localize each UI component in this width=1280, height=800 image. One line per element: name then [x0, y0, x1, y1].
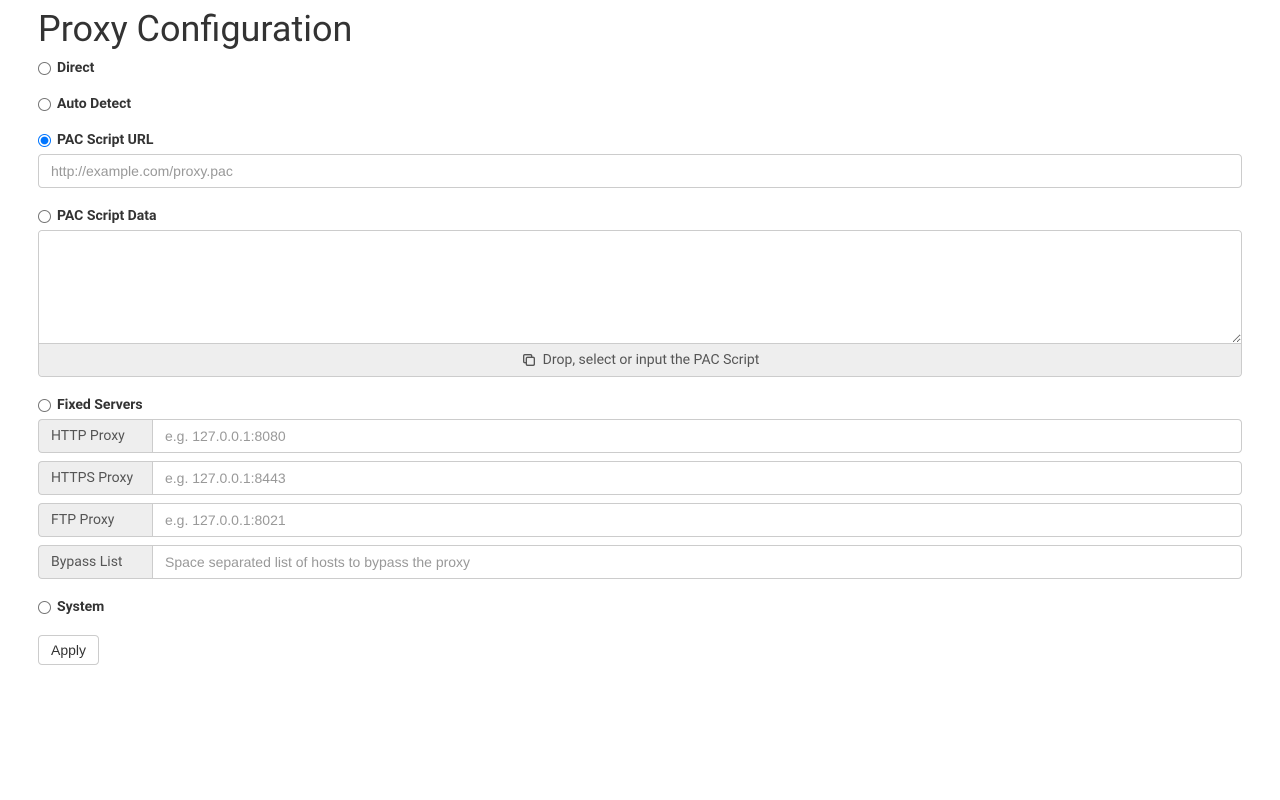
pac-url-input[interactable] — [38, 154, 1242, 188]
pac-drop-hint-text: Drop, select or input the PAC Script — [543, 352, 760, 368]
pac-data-textarea[interactable] — [39, 231, 1241, 343]
copy-icon — [521, 352, 537, 368]
option-system: System — [38, 599, 1242, 615]
bypass-list-input[interactable] — [152, 545, 1242, 579]
http-proxy-group: HTTP Proxy — [38, 419, 1242, 453]
option-auto-detect: Auto Detect — [38, 96, 1242, 112]
radio-direct[interactable] — [38, 62, 51, 75]
radio-fixed-servers[interactable] — [38, 399, 51, 412]
apply-button[interactable]: Apply — [38, 635, 99, 665]
option-fixed-servers: Fixed Servers HTTP Proxy HTTPS Proxy FTP… — [38, 397, 1242, 579]
https-proxy-label: HTTPS Proxy — [38, 461, 152, 495]
radio-direct-label[interactable]: Direct — [57, 60, 94, 76]
ftp-proxy-input[interactable] — [152, 503, 1242, 537]
bypass-list-label: Bypass List — [38, 545, 152, 579]
radio-system-label[interactable]: System — [57, 599, 104, 615]
radio-pac-data-label[interactable]: PAC Script Data — [57, 208, 156, 224]
http-proxy-label: HTTP Proxy — [38, 419, 152, 453]
ftp-proxy-group: FTP Proxy — [38, 503, 1242, 537]
radio-pac-url-label[interactable]: PAC Script URL — [57, 132, 153, 148]
radio-pac-url[interactable] — [38, 134, 51, 147]
option-pac-url: PAC Script URL — [38, 132, 1242, 188]
https-proxy-group: HTTPS Proxy — [38, 461, 1242, 495]
https-proxy-input[interactable] — [152, 461, 1242, 495]
option-direct: Direct — [38, 60, 1242, 76]
page-title: Proxy Configuration — [38, 8, 1242, 50]
ftp-proxy-label: FTP Proxy — [38, 503, 152, 537]
radio-auto-detect[interactable] — [38, 98, 51, 111]
bypass-list-group: Bypass List — [38, 545, 1242, 579]
radio-fixed-servers-label[interactable]: Fixed Servers — [57, 397, 143, 413]
pac-drop-hint[interactable]: Drop, select or input the PAC Script — [39, 343, 1241, 376]
option-pac-data: PAC Script Data Drop, select or input th… — [38, 208, 1242, 377]
http-proxy-input[interactable] — [152, 419, 1242, 453]
radio-system[interactable] — [38, 601, 51, 614]
radio-auto-detect-label[interactable]: Auto Detect — [57, 96, 131, 112]
pac-data-container: Drop, select or input the PAC Script — [38, 230, 1242, 377]
radio-pac-data[interactable] — [38, 210, 51, 223]
